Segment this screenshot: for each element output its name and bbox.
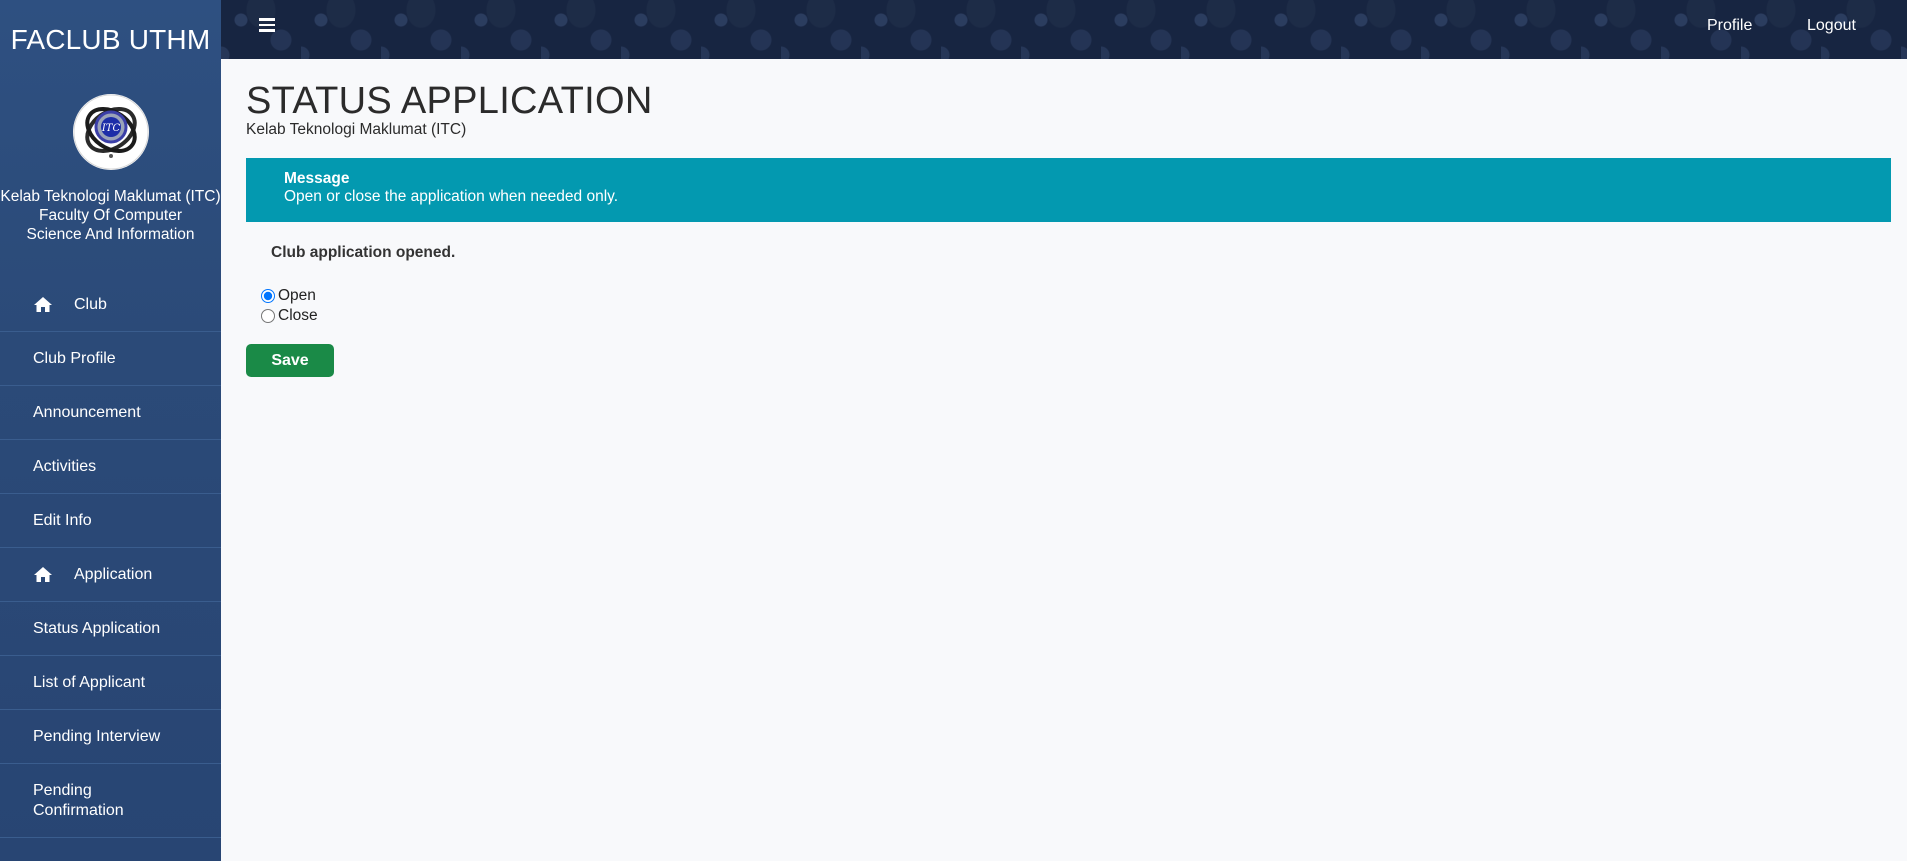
sidebar-item-club-profile[interactable]: Club Profile [0, 332, 221, 386]
sidebar-item-label: Edit Info [33, 511, 92, 529]
application-status-radio-group: Open Close [261, 286, 1891, 326]
sidebar-item-pending-interview[interactable]: Pending Interview [0, 710, 221, 764]
hamburger-icon[interactable] [259, 18, 275, 32]
sidebar-item-label: Club Profile [33, 349, 116, 367]
brand-title[interactable]: FACLUB UTHM [0, 0, 221, 76]
sidebar-nav: Club Club Profile Announcement Activitie… [0, 278, 221, 838]
sidebar-item-list-of-applicant[interactable]: List of Applicant [0, 656, 221, 710]
sidebar-item-label: Announcement [33, 403, 141, 421]
save-button[interactable]: Save [246, 344, 334, 377]
sidebar-item-status-application[interactable]: Status Application [0, 602, 221, 656]
page-subtitle: Kelab Teknologi Maklumat (ITC) [246, 121, 467, 138]
open-label: Open [278, 287, 316, 304]
close-option[interactable]: Close [261, 306, 1891, 326]
page-title: STATUS APPLICATION [246, 80, 653, 122]
sidebar-item-activities[interactable]: Activities [0, 440, 221, 494]
close-radio[interactable] [261, 309, 275, 323]
main-content: STATUS APPLICATION Kelab Teknologi Maklu… [246, 59, 1891, 377]
top-navbar: Profile Logout [221, 0, 1907, 59]
message-alert: Message Open or close the application wh… [246, 158, 1891, 222]
open-option[interactable]: Open [261, 286, 1891, 306]
open-radio[interactable] [261, 289, 275, 303]
sidebar-item-label: Pending Interview [33, 727, 161, 745]
faculty-name: Faculty Of Computer Science And Informat… [26, 207, 195, 243]
club-caption: Kelab Teknologi Maklumat (ITC) Faculty O… [0, 187, 221, 244]
sidebar-item-label: Activities [33, 457, 97, 475]
sidebar: FACLUB UTHM ITC Kelab Teknologi Maklumat… [0, 0, 221, 861]
sidebar-item-label: Pending Confirmation [33, 781, 124, 819]
svg-text:ITC: ITC [100, 123, 120, 134]
sidebar-item-edit-info[interactable]: Edit Info [0, 494, 221, 548]
status-text: Club application opened. [271, 244, 456, 261]
sidebar-item-label: Club [74, 295, 107, 313]
message-text: Open or close the application when neede… [284, 188, 619, 205]
home-icon [33, 296, 53, 314]
club-name: Kelab Teknologi Maklumat (ITC) [0, 188, 221, 205]
sidebar-item-label: Application [74, 565, 153, 583]
logout-link[interactable]: Logout [1807, 17, 1856, 35]
message-title: Message [284, 170, 350, 187]
club-logo: ITC [72, 94, 149, 170]
sidebar-item-label: List of Applicant [33, 673, 146, 691]
sidebar-item-club[interactable]: Club [0, 278, 221, 332]
profile-link[interactable]: Profile [1707, 17, 1752, 35]
sidebar-item-application[interactable]: Application [0, 548, 221, 602]
club-logo-wrap: ITC [0, 94, 221, 170]
close-label: Close [278, 307, 318, 324]
sidebar-item-pending-confirmation[interactable]: Pending Confirmation [0, 764, 221, 838]
sidebar-item-announcement[interactable]: Announcement [0, 386, 221, 440]
home-icon [33, 566, 53, 584]
sidebar-item-label: Status Application [33, 619, 161, 637]
